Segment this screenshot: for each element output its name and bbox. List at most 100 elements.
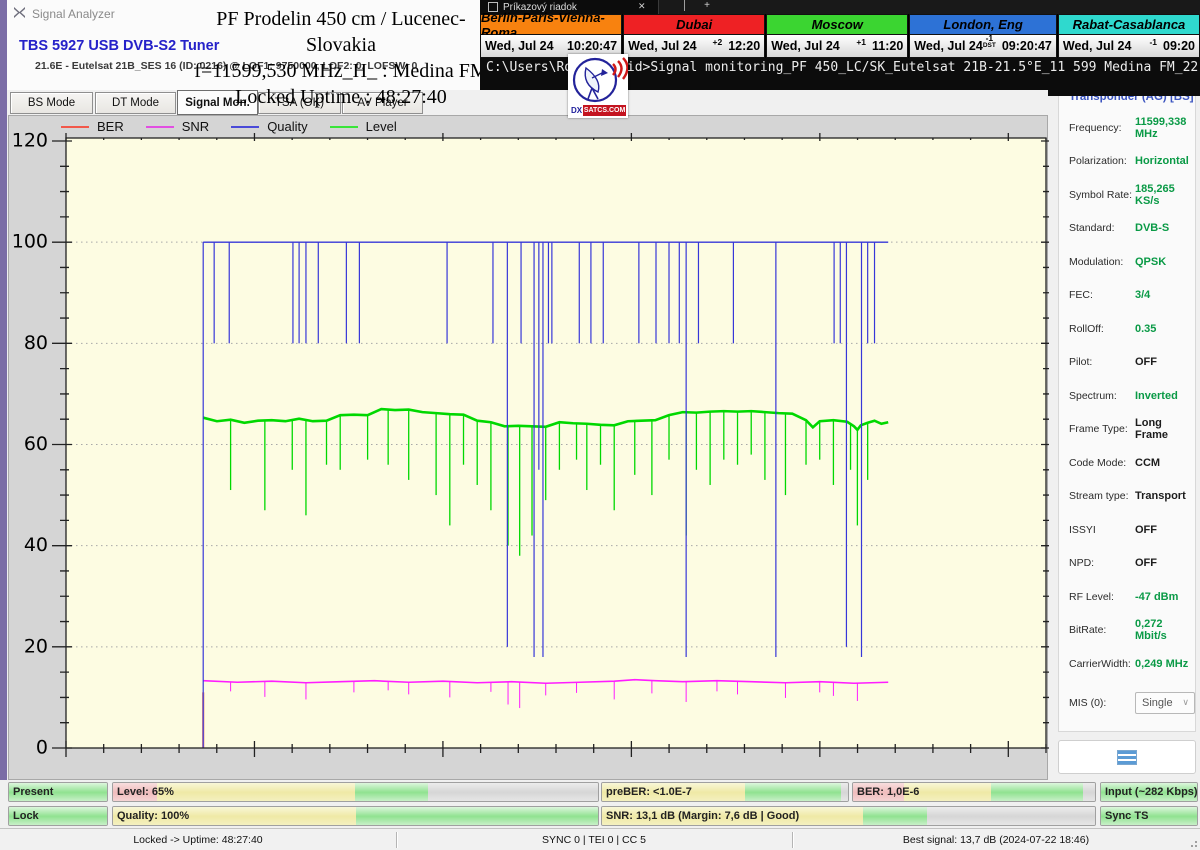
legend-line-icon [231, 126, 259, 128]
legend-item-quality: Quality [231, 119, 307, 134]
sidebar-row-label: Polarization: [1069, 155, 1135, 167]
sidebar-row-label: Stream type: [1069, 490, 1135, 502]
sidebar-row-label: Symbol Rate: [1069, 189, 1135, 201]
mode-tab-row: BS ModeDT ModeSignal Mon.TSA (OK)AV Play… [7, 90, 1048, 115]
gauge-quality: Quality: 100% [112, 806, 599, 826]
world-clock-row: Berlin-Paris-Vienna-RomaWed, Jul 2410:20… [480, 14, 1200, 58]
clock-3: London, EngWed, Jul 24-1DST09:20:47 [909, 14, 1057, 58]
svg-text:120: 120 [12, 130, 48, 152]
header-overlay: PF Prodelin 450 cm / Lucenec-Slovakia f=… [193, 6, 489, 110]
sidebar-row-label: Pilot: [1069, 356, 1135, 368]
gauge-level: Level: 65% [112, 782, 599, 802]
list-icon [1117, 750, 1137, 765]
mis-select[interactable]: Single∨ [1135, 692, 1195, 714]
satellite-dish-icon [568, 54, 628, 106]
sidebar-row-label: CarrierWidth: [1069, 658, 1135, 670]
sidebar-row-value: 0,249 MHz [1135, 658, 1188, 670]
sidebar-row-value: CCM [1135, 457, 1160, 469]
sidebar-row: Standard:DVB-S [1059, 212, 1195, 246]
gauge-label: Sync TS [1105, 807, 1148, 825]
window-left-border [0, 0, 7, 782]
sidebar-row-label: Modulation: [1069, 256, 1135, 268]
sidebar-row: Pilot:OFF [1059, 346, 1195, 380]
legend-item-level: Level [330, 119, 397, 134]
legend-line-icon [330, 126, 358, 128]
resize-grip[interactable] [1190, 840, 1198, 848]
tuner-name: TBS 5927 USB DVB-S2 Tuner [19, 38, 219, 54]
sidebar-row-value: 11599,338 MHz [1135, 116, 1195, 140]
sidebar-row-value: Transport [1135, 490, 1186, 502]
sidebar-row: Frequency:11599,338 MHz [1059, 111, 1195, 145]
sidebar-row-label: Spectrum: [1069, 390, 1135, 402]
gauge-sync-ts: Sync TS [1100, 806, 1198, 826]
sidebar-row: Modulation:QPSK [1059, 245, 1195, 279]
sidebar-tool-button[interactable] [1058, 740, 1196, 774]
statusbar-cell-1: SYNC 0 | TEI 0 | CC 5 [396, 829, 792, 850]
sidebar-row: Frame Type:Long Frame [1059, 413, 1195, 447]
signal-chart: 020406080100120 [9, 116, 1049, 781]
clock-4: Rabat-CasablancaWed, Jul 24-109:20 [1058, 14, 1200, 58]
signal-analyzer-window: Signal Analyzer TBS 5927 USB DVB-S2 Tune… [0, 0, 1200, 850]
console-tab-close-icon[interactable]: ✕ [638, 1, 646, 12]
tab-bs-mode[interactable]: BS Mode [10, 92, 93, 114]
tab-dt-mode[interactable]: DT Mode [95, 92, 176, 114]
sidebar-row-label: MIS (0): [1069, 697, 1135, 709]
statusbar-cell-2: Best signal: 13,7 dB (2024-07-22 18:46) [792, 829, 1200, 850]
gauge-label: preBER: <1.0E-7 [606, 783, 692, 801]
sidebar-row: RollOff:0.35 [1059, 312, 1195, 346]
legend-item-snr: SNR [146, 119, 209, 134]
gauge-ber: BER: 1,0E-6 [852, 782, 1096, 802]
sidebar-row: Spectrum:Inverted [1059, 379, 1195, 413]
sidebar-row-label: RollOff: [1069, 323, 1135, 335]
sidebar-row-value: -47 dBm [1135, 591, 1178, 603]
sidebar-row: Polarization:Horizontal [1059, 145, 1195, 179]
console-new-tab-button[interactable]: + [698, 0, 716, 11]
sidebar-row-value: 3/4 [1135, 289, 1150, 301]
statusbar: Locked -> Uptime: 48:27:40SYNC 0 | TEI 0… [0, 828, 1200, 850]
clock-time: Wed, Jul 24+212:20 [623, 35, 765, 58]
sidebar-row-value: QPSK [1135, 256, 1166, 268]
sidebar-row-label: Frequency: [1069, 122, 1135, 134]
overlay-line3: Locked Uptime : 48:27:40 [193, 84, 489, 110]
clock-city: Dubai [623, 14, 765, 35]
legend-line-icon [146, 126, 174, 128]
transponder-info-box: Transponder (AG) [BS] Frequency:11599,33… [1058, 88, 1196, 732]
overlay-line2: f=11599,530 MHz_H_ : Medina FM [193, 58, 489, 84]
clock-2: MoscowWed, Jul 24+111:20 [766, 14, 908, 58]
console-split-button[interactable]: │ [676, 0, 694, 11]
overlay-line1: PF Prodelin 450 cm / Lucenec-Slovakia [193, 6, 489, 58]
sidebar-row: RF Level:-47 dBm [1059, 580, 1195, 614]
transponder-sidebar: Transponder (AG) [BS] Frequency:11599,33… [1050, 80, 1200, 780]
legend-item-ber: BER [61, 119, 124, 134]
sidebar-row: FEC:3/4 [1059, 279, 1195, 313]
svg-text:20: 20 [24, 635, 48, 657]
legend-line-icon [61, 126, 89, 128]
sidebar-row: Code Mode:CCM [1059, 446, 1195, 480]
chevron-down-icon: ∨ [1182, 697, 1189, 708]
sidebar-row-value: Long Frame [1135, 417, 1195, 441]
logo-dx: DX [570, 105, 583, 116]
sidebar-row-value: DVB-S [1135, 222, 1169, 234]
sidebar-row: MIS (0):Single∨ [1059, 681, 1195, 725]
svg-text:40: 40 [24, 534, 48, 556]
clock-time: Wed, Jul 24-109:20 [1058, 35, 1200, 58]
sidebar-row: BitRate:0,272 Mbit/s [1059, 614, 1195, 648]
sidebar-row-label: NPD: [1069, 557, 1135, 569]
sidebar-row-label: Frame Type: [1069, 423, 1135, 435]
sidebar-row-label: FEC: [1069, 289, 1135, 301]
clock-0: Berlin-Paris-Vienna-RomaWed, Jul 2410:20… [480, 14, 622, 58]
sidebar-row-value: OFF [1135, 557, 1157, 569]
gauge-lock: Lock [8, 806, 108, 826]
sidebar-row-label: Code Mode: [1069, 457, 1135, 469]
gauge-label: Present [13, 783, 53, 801]
clock-city: Rabat-Casablanca [1058, 14, 1200, 35]
gauge-label: Quality: 100% [117, 807, 189, 825]
sidebar-row-value: Inverted [1135, 390, 1178, 402]
sidebar-row-value: OFF [1135, 524, 1157, 536]
sidebar-row-value: 185,265 KS/s [1135, 183, 1195, 207]
sidebar-row-label: Standard: [1069, 222, 1135, 234]
gauge-input-282-kbps-: Input (~282 Kbps) [1100, 782, 1198, 802]
sidebar-row-label: RF Level: [1069, 591, 1135, 603]
app-icon [13, 6, 26, 22]
gauge-strip: Present Level: 65% preBER: <1.0E-7 BER: 1,0… [0, 780, 1200, 828]
